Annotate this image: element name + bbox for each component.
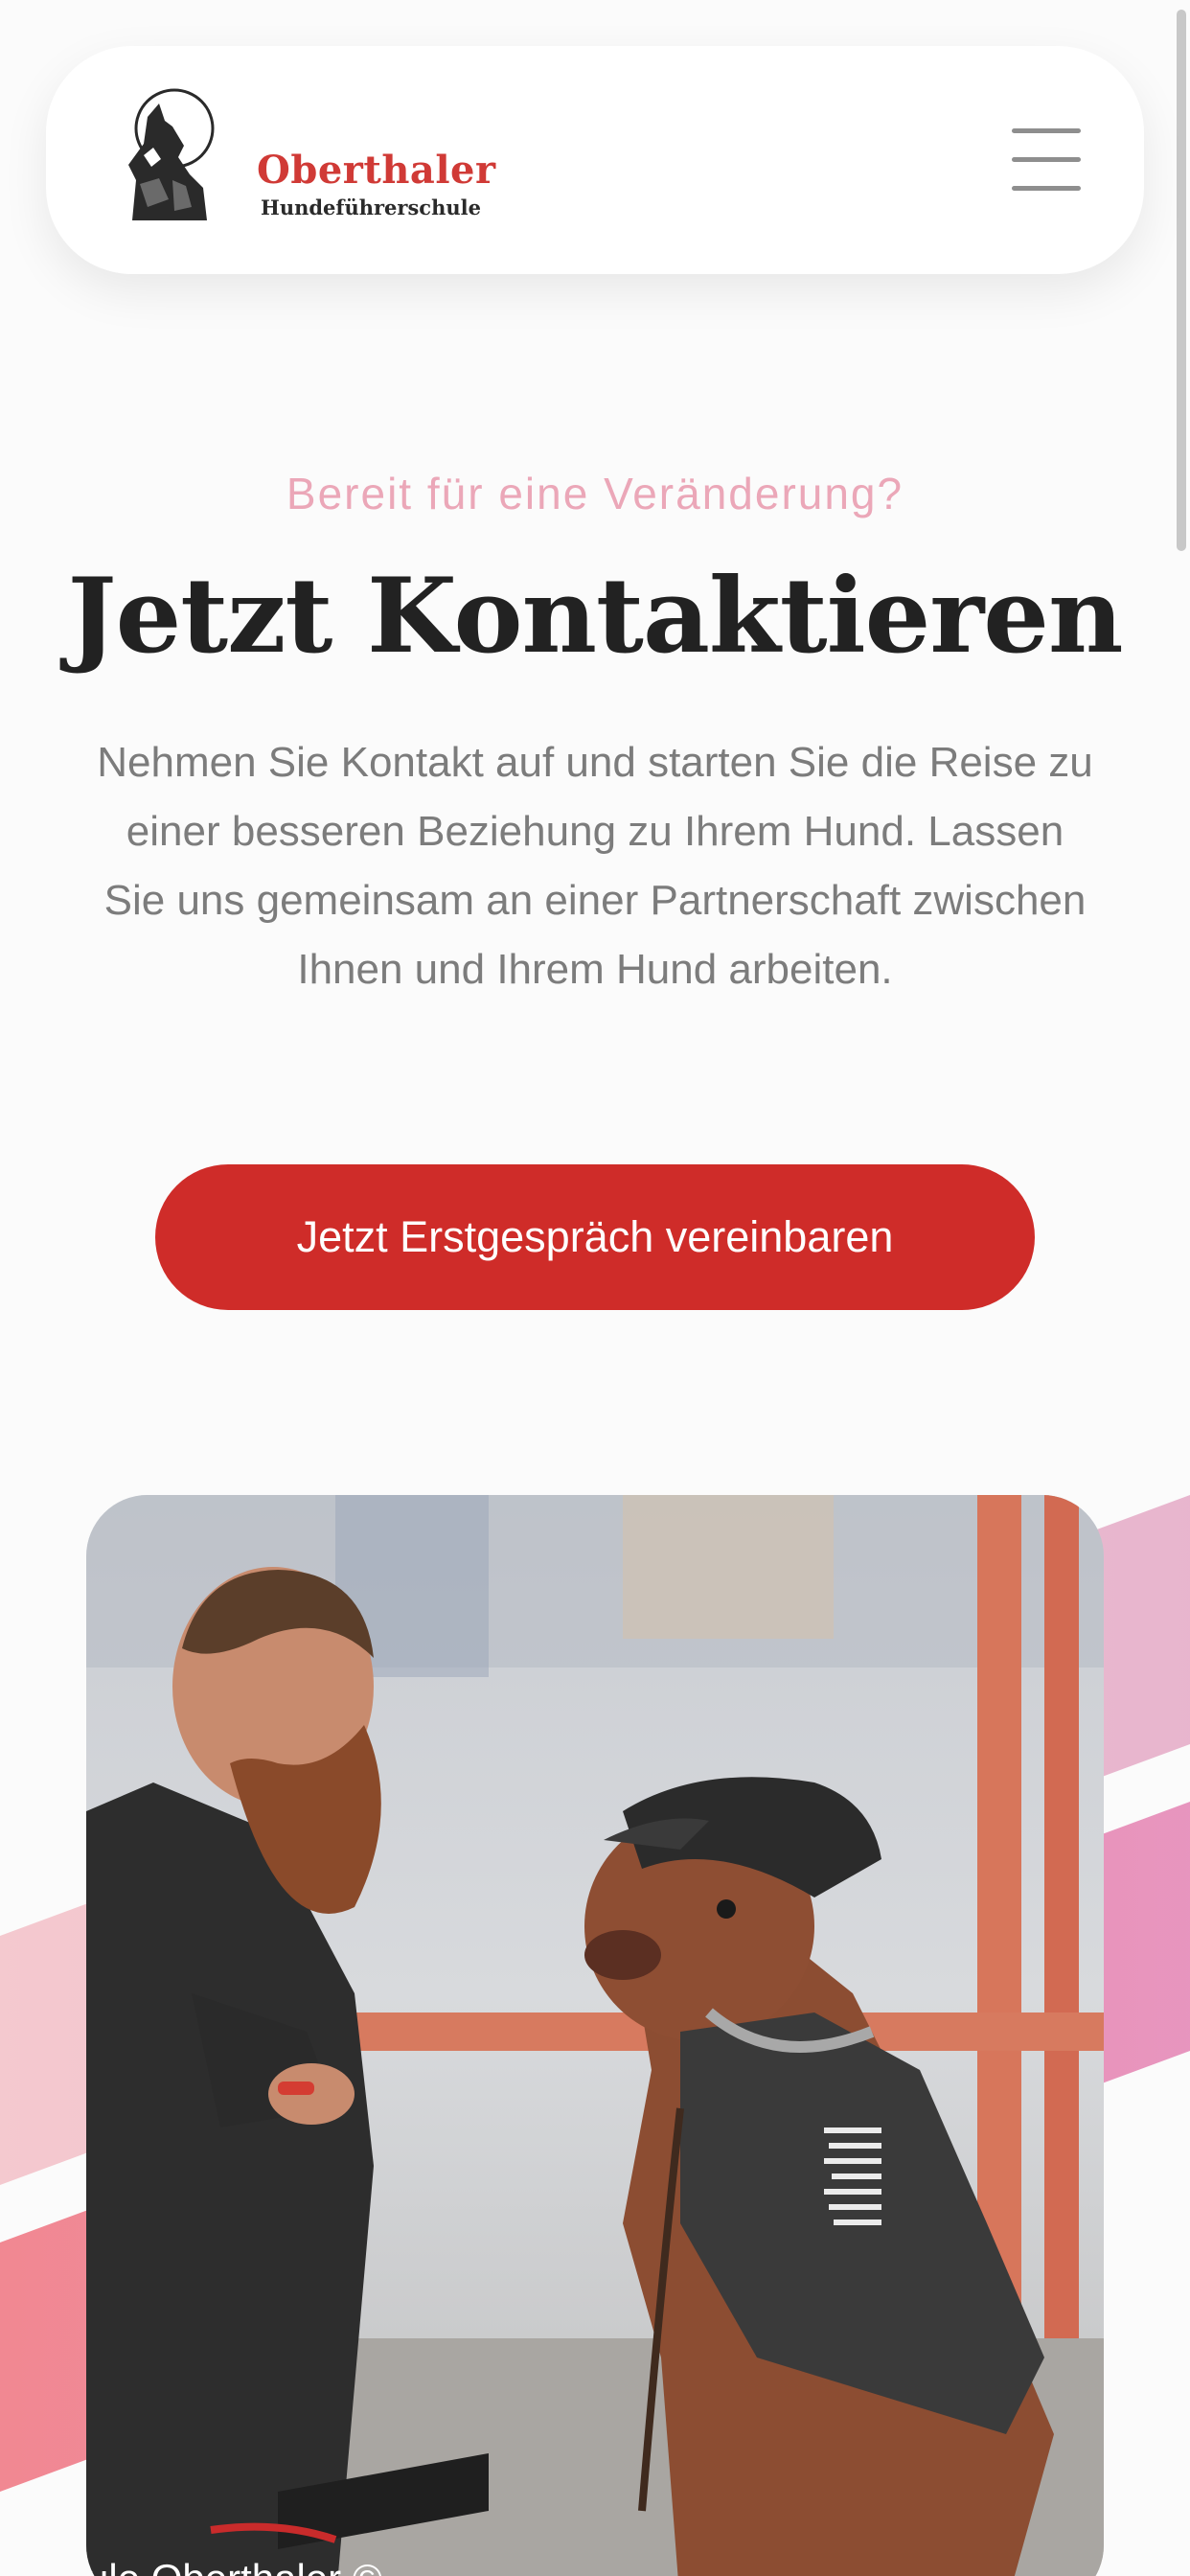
- hero-eyebrow: Bereit für eine Veränderung?: [286, 469, 904, 518]
- logo-name: Oberthaler: [257, 148, 496, 193]
- page-title: Jetzt Kontaktieren: [67, 556, 1123, 677]
- book-consultation-button[interactable]: Jetzt Erstgespräch vereinbaren: [155, 1164, 1035, 1310]
- hamburger-menu-icon[interactable]: [1012, 128, 1085, 191]
- howling-wolf-logo-icon: [128, 88, 215, 220]
- site-header: Oberthaler Hundeführerschule: [46, 46, 1144, 274]
- trainer-with-dog-photo: ule Oberthaler ©: [86, 1495, 1104, 2576]
- logo-subtitle: Hundeführerschule: [261, 196, 481, 219]
- logo[interactable]: Oberthaler Hundeführerschule: [115, 88, 495, 232]
- hero-intro-text: Nehmen Sie Kontakt auf und starten Sie d…: [97, 739, 1093, 993]
- page: Oberthaler Hundeführerschule Bereit für …: [0, 0, 1190, 2576]
- trainer-with-dog-image: [86, 1495, 1104, 2576]
- photo-copyright-caption: ule Oberthaler ©: [86, 2556, 382, 2576]
